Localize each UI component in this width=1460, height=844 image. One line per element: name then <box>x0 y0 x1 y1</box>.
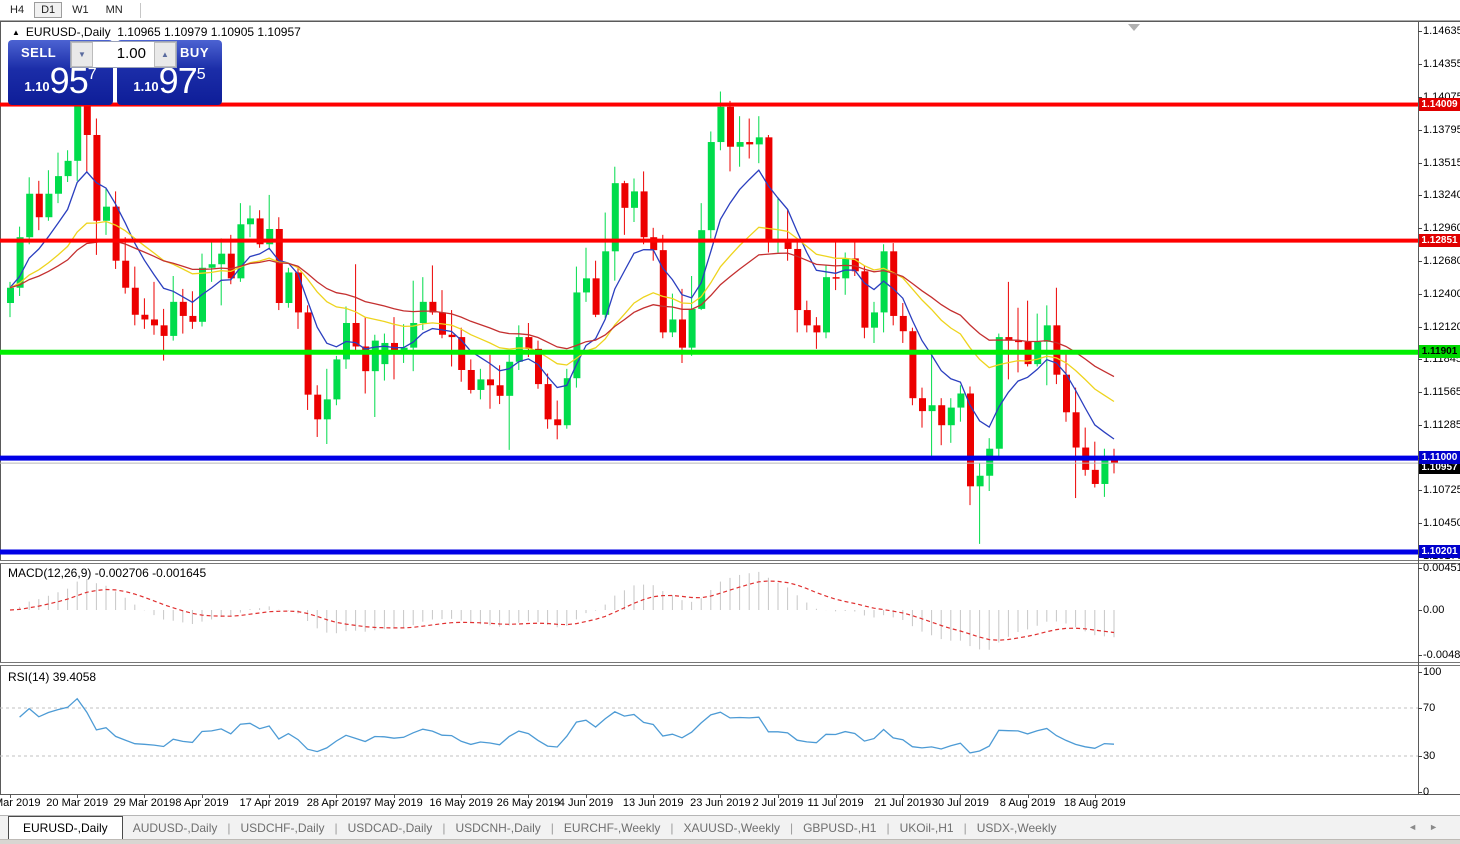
chart-title: ▲ EURUSD-,Daily 1.10965 1.10979 1.10905 1… <box>12 25 301 39</box>
price-tick-mark <box>1418 326 1422 328</box>
price-level-tag: 1.14009 <box>1419 97 1460 111</box>
chart-tab-usdchf-daily[interactable]: USDCHF-,Daily <box>231 818 335 838</box>
chart-tab-gbpusd-h1[interactable]: GBPUSD-,H1 <box>793 818 886 838</box>
price-tick-label: 1.13795 <box>1423 123 1460 136</box>
chart-tab-usdcad-daily[interactable]: USDCAD-,Daily <box>338 818 443 838</box>
macd-tick-mark <box>1418 568 1422 569</box>
rsi-tick-label: 30 <box>1423 750 1436 762</box>
sell-price-sup: 7 <box>87 66 97 83</box>
buy-price-small: 1.10 <box>133 79 159 94</box>
macd-histogram-group <box>19 571 1115 650</box>
trading-terminal: H4 D1 W1 MN ▲ EURUSD-,Daily 1.10965 1.10979 … <box>0 0 1460 844</box>
rsi-tick-label: 100 <box>1423 666 1442 678</box>
price-tick-mark <box>1418 194 1422 196</box>
volume-spinner: ▼ 1.00 ▲ <box>70 41 177 68</box>
price-tick-label: 1.14635 <box>1423 25 1460 37</box>
rsi-line <box>19 697 1115 754</box>
volume-input[interactable]: 1.00 <box>93 42 154 67</box>
rsi-tick-mark <box>1418 756 1422 757</box>
rsi-tick-mark <box>1418 792 1422 793</box>
chart-tab-ukoil-h1[interactable]: UKOil-,H1 <box>890 818 964 838</box>
chart-tab-usdcnh-daily[interactable]: USDCNH-,Daily <box>445 818 550 838</box>
macd-chart[interactable] <box>0 564 1418 662</box>
price-tick-label: 1.12120 <box>1423 320 1460 333</box>
buy-label: BUY <box>180 45 209 60</box>
rsi-tick-label: 0 <box>1423 786 1430 798</box>
price-tick-label: 1.14355 <box>1423 57 1460 70</box>
price-tick-mark <box>1418 391 1422 393</box>
price-level-tag: 1.10201 <box>1419 544 1460 558</box>
price-tick-label: 1.11285 <box>1423 418 1460 431</box>
rsi-tick-mark <box>1418 672 1422 673</box>
macd-tick-mark <box>1418 654 1422 656</box>
price-tick-label: 1.12400 <box>1423 287 1460 300</box>
date-axis-border <box>0 794 1460 795</box>
buy-price-sup: 5 <box>196 66 206 83</box>
price-tick-mark <box>1418 522 1422 524</box>
price-tick-mark <box>1418 293 1422 295</box>
price-level-tag: 1.12851 <box>1419 233 1460 247</box>
chart-shift-marker-icon[interactable] <box>1128 24 1140 31</box>
macd-tick-mark <box>1418 610 1422 611</box>
price-tick-label: 1.10450 <box>1423 516 1460 529</box>
timeframe-toolbar: H4 D1 W1 MN <box>0 0 1460 21</box>
chart-tab-eurchf-weekly[interactable]: EURCHF-,Weekly <box>554 818 670 838</box>
macd-tick-label: 0.00 <box>1423 604 1445 616</box>
price-tick-mark <box>1418 424 1422 426</box>
price-tick-label: 1.12680 <box>1423 254 1460 267</box>
macd-tick-label: 0.004517 <box>1423 562 1460 574</box>
chart-tab-audusd-daily[interactable]: AUDUSD-,Daily <box>123 818 228 838</box>
timeframe-button-d1[interactable]: D1 <box>34 2 63 18</box>
price-tick-label: 1.10725 <box>1423 484 1460 497</box>
symbol-tab-bar: EURUSD-,Daily AUDUSD-,Daily | USDCHF-,Daily… <box>0 815 1460 841</box>
price-level-tag: 1.11000 <box>1419 451 1460 465</box>
volume-decrease-button[interactable]: ▼ <box>71 42 93 67</box>
volume-increase-button[interactable]: ▲ <box>154 42 176 67</box>
collapse-panel-icon[interactable]: ▲ <box>12 28 20 37</box>
candles-group <box>7 49 1118 544</box>
timeframe-button-w1[interactable]: W1 <box>65 2 96 18</box>
price-axis-border <box>1418 21 1419 794</box>
price-tick-label: 1.11565 <box>1423 385 1460 398</box>
timeframe-button-mn[interactable]: MN <box>99 2 130 18</box>
chart-symbol-label: EURUSD-,Daily <box>25 25 111 39</box>
rsi-indicator-label: RSI(14) 39.4058 <box>8 670 97 684</box>
price-tick-mark <box>1418 260 1422 262</box>
status-strip <box>0 839 1460 844</box>
macd-signal-line <box>9 580 1115 641</box>
price-tick-mark <box>1418 227 1422 229</box>
macd-indicator-label: MACD(12,26,9) -0.002706 -0.001645 <box>8 566 207 580</box>
price-tick-label: 1.13240 <box>1423 188 1460 201</box>
tabs-scroll-right-icon[interactable]: ► <box>1429 822 1450 832</box>
date-label: 18 Aug 2019 <box>1063 797 1126 809</box>
chart-tab-usdx-weekly[interactable]: USDX-,Weekly <box>967 818 1067 838</box>
price-level-tag: 1.11901 <box>1419 345 1460 359</box>
sell-price-small: 1.10 <box>24 79 50 94</box>
price-tick-mark <box>1418 490 1422 492</box>
rsi-tick-label: 70 <box>1423 702 1436 714</box>
toolbar-separator <box>139 2 141 18</box>
chevron-down-icon: ▼ <box>78 50 86 59</box>
macd-tick-label: -0.004806 <box>1423 648 1460 661</box>
tabs-scroll-left-icon[interactable]: ◄ <box>1408 822 1429 832</box>
sell-label: SELL <box>21 45 57 60</box>
timeframe-button-h4[interactable]: H4 <box>3 2 31 18</box>
chevron-up-icon: ▲ <box>161 50 169 59</box>
chart-ohlc-quotes: 1.10965 1.10979 1.10905 1.10957 <box>117 25 301 39</box>
chart-tab-xauusd-weekly[interactable]: XAUUSD-,Weekly <box>673 818 789 838</box>
one-click-trade-panel: SELL 1.10957 BUY 1.10975 ▼ 1.00 ▲ <box>8 40 222 105</box>
price-tick-mark <box>1418 358 1422 360</box>
price-tick-mark <box>1418 162 1422 164</box>
rsi-tick-mark <box>1418 708 1422 709</box>
price-tick-mark <box>1418 129 1422 131</box>
price-tick-mark <box>1418 31 1422 32</box>
price-tick-label: 1.13515 <box>1423 156 1460 169</box>
rsi-chart[interactable] <box>0 666 1418 794</box>
price-tick-mark <box>1418 63 1422 65</box>
chart-tab-eurusd-daily[interactable]: EURUSD-,Daily <box>8 816 123 841</box>
